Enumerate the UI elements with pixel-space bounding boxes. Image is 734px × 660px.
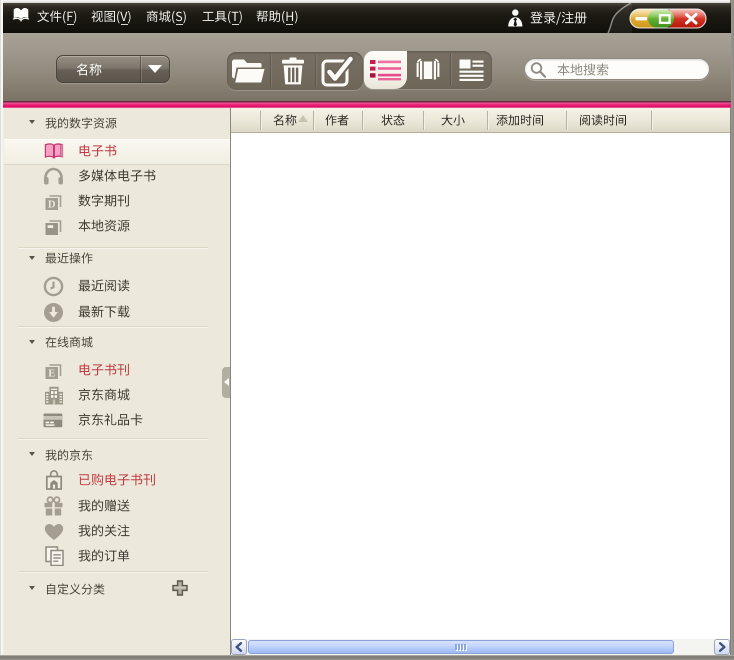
svg-text:D: D [48,200,56,211]
svg-text:E: E [48,369,55,380]
